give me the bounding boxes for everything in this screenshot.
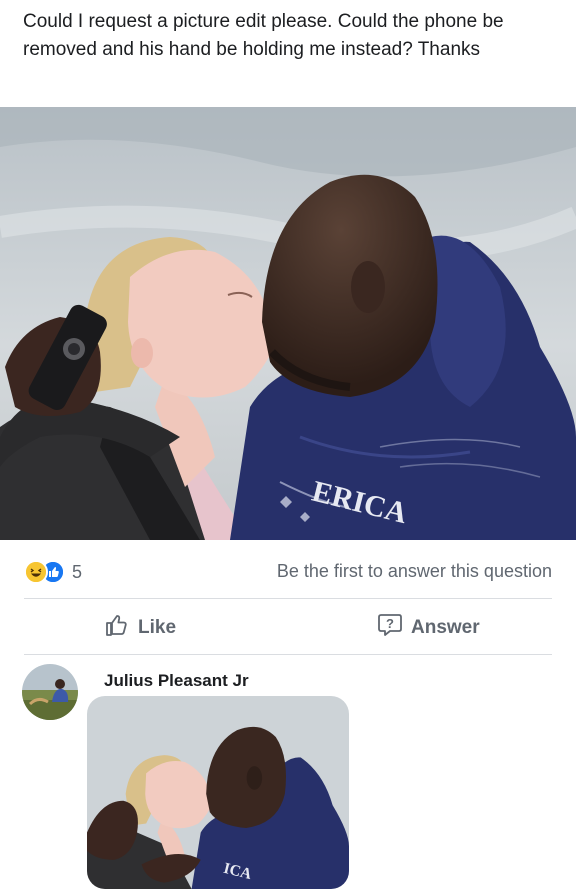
- post-text: Could I request a picture edit please. C…: [23, 11, 504, 60]
- like-label: Like: [138, 617, 177, 638]
- thumbs-up-icon: [104, 612, 130, 644]
- divider: [24, 654, 552, 655]
- divider: [24, 598, 552, 599]
- avatar[interactable]: [22, 664, 78, 720]
- main-photo[interactable]: ERICA: [0, 107, 576, 540]
- svg-text:?: ?: [386, 616, 394, 631]
- comment-author-name[interactable]: Julius Pleasant Jr: [104, 671, 249, 691]
- answer-prompt: Be the first to answer this question: [276, 561, 552, 581]
- comment-photo[interactable]: ICA: [87, 696, 349, 889]
- answer-button[interactable]: ? Answer: [377, 614, 480, 642]
- couple-photo-image: ERICA: [0, 107, 576, 540]
- question-bubble-icon: ?: [377, 612, 403, 644]
- like-button[interactable]: Like: [104, 614, 176, 642]
- haha-reaction-icon: [24, 560, 48, 584]
- reaction-summary[interactable]: 5: [24, 560, 83, 584]
- answer-label: Answer: [411, 617, 480, 638]
- reaction-count: 5: [72, 561, 83, 582]
- comment-photo-image: ICA: [87, 696, 349, 889]
